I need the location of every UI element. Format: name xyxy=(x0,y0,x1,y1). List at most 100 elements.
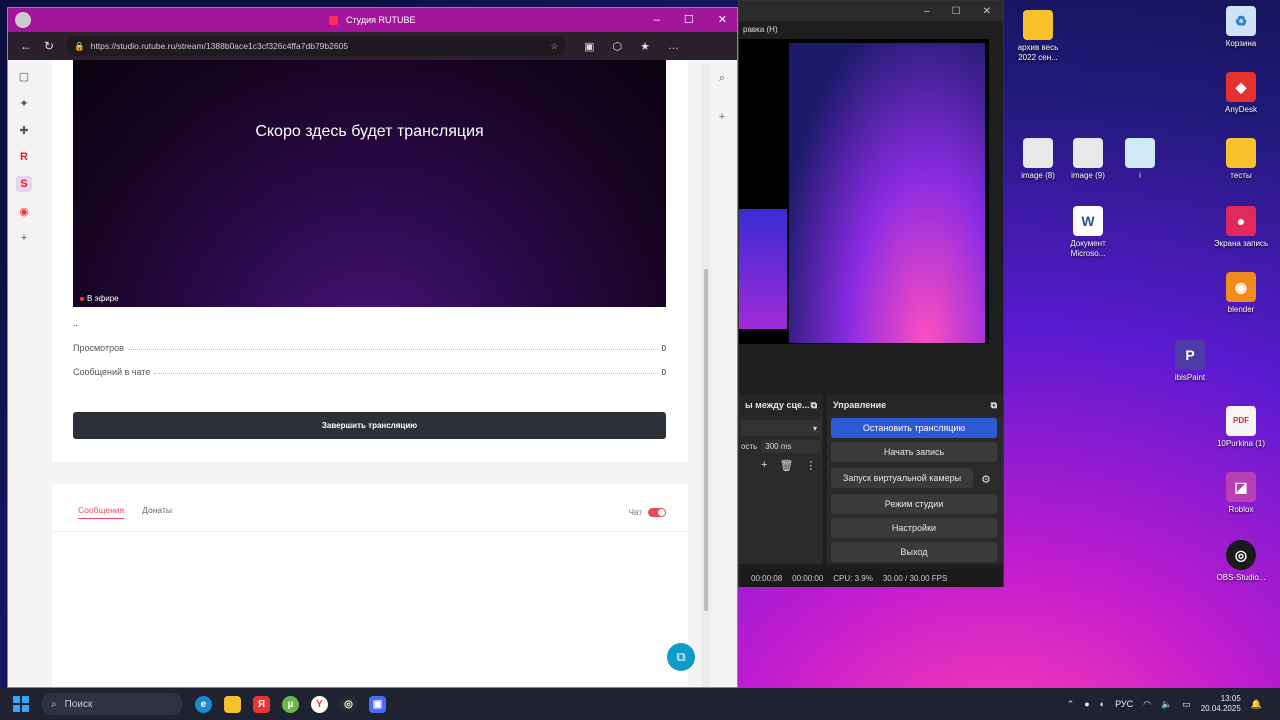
desktop-icon-ibispaint[interactable]: P ibisPaint xyxy=(1162,340,1218,383)
favorite-star-icon[interactable]: ☆ xyxy=(550,41,558,52)
extensions-puzzle-icon[interactable]: ⬡ xyxy=(612,40,622,53)
desktop-icon-recycle-bin[interactable]: ♻ Корзина xyxy=(1213,6,1269,49)
obs-controls-title: Управление xyxy=(833,400,887,410)
chat-toggle[interactable] xyxy=(648,508,666,517)
battery-icon[interactable]: ▭ xyxy=(1182,699,1191,710)
lock-icon: 🔒 xyxy=(74,40,85,51)
refresh-icon[interactable]: ↻ xyxy=(44,39,54,53)
app-icon[interactable]: ▣ xyxy=(369,695,386,713)
scrollbar-thumb[interactable] xyxy=(704,269,708,611)
obs-status-bar: 00:00:08 00:00:00 CPU: 3.9% 30.00 / 30.0… xyxy=(739,569,1001,587)
cpu-usage: CPU: 3.9% xyxy=(833,573,873,583)
support-chat-button[interactable]: ⧉ xyxy=(667,643,695,671)
tray-network-icon[interactable]: ◐ xyxy=(1100,699,1105,709)
chevron-up-icon[interactable]: ⌃ xyxy=(1067,699,1075,710)
file-explorer-icon[interactable] xyxy=(224,695,241,713)
desktop-icon-anydesk[interactable]: ◆ AnyDesk xyxy=(1213,72,1269,115)
desktop-icon-pdf[interactable]: PDF 10Purkina (1) xyxy=(1213,406,1269,449)
tabs-icon[interactable]: ▢ xyxy=(16,68,32,84)
studio-mode-button[interactable]: Режим студии xyxy=(831,494,997,514)
stream-preview[interactable]: Скоро здесь будет трансляция В эфире xyxy=(73,60,666,307)
browser-sidebar-left: ▢ ✦ ✚ R S ◉ + xyxy=(8,60,40,687)
transition-duration-label: ость xyxy=(741,442,758,451)
search-icon[interactable]: ⌕ xyxy=(719,72,725,85)
obs-menu-edit[interactable]: равка (Н) xyxy=(743,25,778,34)
utorrent-icon[interactable]: µ xyxy=(282,695,299,713)
edge-icon[interactable]: e xyxy=(195,695,212,713)
desktop-icon-i[interactable]: i xyxy=(1112,138,1168,181)
close-icon[interactable]: ✕ xyxy=(983,6,991,17)
add-icon[interactable]: + xyxy=(761,459,767,472)
yandex-browser-icon[interactable]: Y xyxy=(311,695,328,713)
add-icon[interactable]: + xyxy=(16,230,32,246)
taskbar-search[interactable]: ⌕ Поиск xyxy=(41,693,183,715)
stat-label: Сообщений в чате xyxy=(73,367,151,377)
clock[interactable]: 13:05 20.04.2025 xyxy=(1201,694,1241,714)
start-recording-button[interactable]: Начать запись xyxy=(831,442,997,462)
maximize-icon[interactable]: ☐ xyxy=(684,8,694,32)
recycle-bin-icon: ♻ xyxy=(1226,6,1256,36)
desktop-icon-word-document[interactable]: W Документ Microso... xyxy=(1060,206,1116,259)
obs-transitions-dock: ы между сце... ⧉ ▾ ость 300 ms + 🗑 ⋮ xyxy=(739,394,823,564)
wifi-icon[interactable]: ◠ xyxy=(1143,699,1151,710)
tab-donations[interactable]: Донаты xyxy=(142,505,172,519)
gear-icon[interactable]: ⚙ xyxy=(981,473,991,486)
back-icon[interactable]: ← xyxy=(20,39,32,53)
page-scrollbar[interactable] xyxy=(701,64,711,687)
address-bar[interactable]: 🔒 https://studio.rutube.ru/stream/1388b0… xyxy=(66,36,567,56)
more-icon[interactable]: ⋮ xyxy=(805,459,816,472)
tab-rutube-studio[interactable]: Студия RUTUBE xyxy=(8,8,737,32)
rutube-pinned-icon[interactable]: R xyxy=(16,149,32,165)
transition-duration-input[interactable]: 300 ms xyxy=(761,440,821,453)
transition-select[interactable]: ▾ xyxy=(741,420,821,436)
end-stream-button[interactable]: Завершить трансляцию xyxy=(73,412,666,439)
desktop-icon-archive[interactable]: архив весь 2022 сен... xyxy=(1010,10,1066,63)
url-text: https://studio.rutube.ru/stream/1388b0ac… xyxy=(90,41,349,51)
undock-icon[interactable]: ⧉ xyxy=(991,400,997,411)
taskbar: ⌕ Поиск e Я µ Y ◎ ▣ ⌃ ● ◐ РУС ◠ 🔈 ▭ 13:0… xyxy=(0,688,1280,720)
start-virtual-camera-button[interactable]: Запуск виртуальной камеры xyxy=(831,468,973,488)
favorites-icon[interactable]: ★ xyxy=(640,40,650,53)
obs-preview-desktop xyxy=(789,43,985,343)
exit-button[interactable]: Выход xyxy=(831,542,997,562)
stream-description: .. xyxy=(73,318,79,328)
obs-preview xyxy=(739,39,989,344)
more-menu-icon[interactable]: … xyxy=(668,40,679,53)
extension-icon[interactable]: ▣ xyxy=(584,40,594,53)
obs-taskbar-icon[interactable]: ◎ xyxy=(340,695,357,713)
clock-time: 13:05 xyxy=(1220,694,1241,703)
undock-icon[interactable]: ⧉ xyxy=(811,400,817,411)
rutube-favicon-icon xyxy=(329,16,339,26)
stop-streaming-button[interactable]: Остановить трансляцию xyxy=(831,418,997,438)
obs-window: – ☐ ✕ равка (Н) ы между сце... ⧉ ▾ ость … xyxy=(738,0,1004,587)
trash-icon[interactable]: 🗑 xyxy=(779,459,793,472)
chat-toggle-label: Чат xyxy=(628,508,642,517)
tab-messages[interactable]: Сообщения xyxy=(78,505,125,519)
desktop-icon-blender[interactable]: ◉ blender xyxy=(1213,272,1269,315)
live-time: 00:00:08 xyxy=(751,573,783,583)
yandex-pinned-icon[interactable]: ◉ xyxy=(16,203,32,219)
minimize-icon[interactable]: – xyxy=(924,6,930,17)
maximize-icon[interactable]: ☐ xyxy=(952,6,961,17)
close-icon[interactable]: ✕ xyxy=(718,8,727,32)
tray-app-icon[interactable]: ● xyxy=(1084,699,1089,709)
add-icon[interactable]: + xyxy=(719,111,725,123)
minimize-icon[interactable]: – xyxy=(654,8,660,32)
desktop-icon-image-9[interactable]: image (9) xyxy=(1060,138,1116,181)
volume-icon[interactable]: 🔈 xyxy=(1161,699,1172,710)
desktop-icon-tests[interactable]: тесты xyxy=(1213,138,1269,181)
desktop-icon-roblox[interactable]: ◪ Roblox xyxy=(1213,472,1269,515)
language-indicator[interactable]: РУС xyxy=(1115,699,1133,709)
start-button[interactable] xyxy=(13,696,29,712)
system-tray: ⌃ ● ◐ РУС ◠ 🔈 ▭ 13:05 20.04.2025 🔔 xyxy=(1067,688,1262,720)
add-tab-icon[interactable]: ✚ xyxy=(16,122,32,138)
desktop-icon-image-8[interactable]: image (8) xyxy=(1010,138,1066,181)
desktop-icon-screen-recorder[interactable]: ● Экрана запись xyxy=(1213,206,1269,249)
stream-card: Скоро здесь будет трансляция В эфире .. … xyxy=(52,60,688,462)
settings-button[interactable]: Настройки xyxy=(831,518,997,538)
rutube-studio-pinned-icon[interactable]: S xyxy=(16,176,32,192)
notifications-icon[interactable]: 🔔 xyxy=(1251,699,1262,710)
desktop-icon-obs[interactable]: ◎ OBS-Studio... xyxy=(1213,540,1269,583)
pin-icon[interactable]: ✦ xyxy=(16,95,32,111)
yandex-icon[interactable]: Я xyxy=(253,695,270,713)
